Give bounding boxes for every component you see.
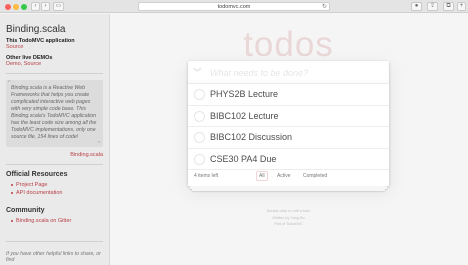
items-left-count: 4 items left	[194, 173, 219, 179]
forward-icon[interactable]: ›	[41, 2, 50, 11]
todo-item[interactable]: PHYS2B Lecture	[188, 84, 389, 106]
resources-list: Project Page API documentation	[11, 181, 103, 197]
filters: All Active Completed	[256, 171, 335, 181]
close-window-button[interactable]	[5, 3, 11, 10]
todo-checkbox[interactable]	[194, 89, 205, 100]
filter-completed[interactable]: Completed	[300, 171, 330, 181]
sidebar-title: Binding.scala	[6, 24, 66, 35]
learn-sidebar: Binding.scala This TodoMVC application S…	[0, 14, 110, 265]
new-tab-icon[interactable]: +	[457, 2, 466, 11]
todo-checkbox[interactable]	[194, 132, 205, 143]
info-part-of: Part of TodoMVC	[274, 222, 303, 226]
todo-item[interactable]: CSE30 PA4 Due	[188, 149, 389, 170]
new-todo-input[interactable]	[210, 66, 380, 79]
todo-app: ❯ PHYS2B Lecture BIBC102 Lecture BIBC102…	[188, 61, 389, 186]
browser-toolbar: ‹ › ▭ todomvc.com ↻ ● ⇪ ⧉ +	[0, 0, 468, 13]
tabs-overview-icon[interactable]: ⧉	[443, 2, 454, 11]
todo-item[interactable]: BIBC102 Lecture	[188, 106, 389, 127]
toggle-all-chevron-icon[interactable]: ❯	[193, 66, 202, 73]
footer-note: If you have other helpful links to share…	[6, 251, 101, 263]
sidebar-toggle-icon[interactable]: ▭	[53, 2, 64, 11]
demo-links: Demo, Source	[6, 61, 103, 67]
demo-link[interactable]: Demo	[6, 61, 21, 67]
resources-heading: Official Resources	[6, 171, 68, 178]
quote-text: Binding.scala is a Reactive Web Framewor…	[11, 85, 97, 140]
todo-label[interactable]: BIBC102 Lecture	[210, 111, 279, 121]
quote: “ Binding.scala is a Reactive Web Framew…	[6, 79, 103, 149]
filter-active[interactable]: Active	[274, 171, 294, 181]
minimize-window-button[interactable]	[13, 3, 19, 10]
community-heading: Community	[6, 207, 45, 214]
resource-link-api-docs[interactable]: API documentation	[11, 189, 103, 197]
community-link-gitter[interactable]: Binding.scala on Gitter	[11, 217, 103, 225]
stack-shadow	[192, 188, 385, 191]
todo-item[interactable]: BIBC102 Discussion	[188, 127, 389, 149]
url-text: todomvc.com	[217, 4, 251, 10]
share-icon[interactable]: ⇪	[427, 2, 438, 11]
extension-icon[interactable]: ●	[411, 2, 422, 11]
community-list: Binding.scala on Gitter	[11, 217, 103, 225]
source-link[interactable]: Source	[6, 44, 103, 50]
divider	[6, 241, 103, 242]
todo-label[interactable]: PHYS2B Lecture	[210, 89, 278, 99]
filter-all[interactable]: All	[256, 171, 268, 181]
resource-link-project-page[interactable]: Project Page	[11, 181, 103, 189]
new-todo-row: ❯	[188, 61, 389, 84]
open-quote-icon: “	[8, 79, 11, 88]
quote-source-link[interactable]: Binding.scala	[6, 152, 103, 158]
maximize-window-button[interactable]	[21, 3, 27, 10]
todo-checkbox[interactable]	[194, 110, 205, 122]
todo-label[interactable]: CSE30 PA4 Due	[210, 154, 276, 164]
address-bar[interactable]: todomvc.com ↻	[138, 2, 330, 11]
app-title: todos	[243, 25, 334, 64]
close-quote-icon: ”	[97, 140, 100, 149]
back-icon[interactable]: ‹	[31, 2, 40, 11]
todo-footer: 4 items left All Active Completed	[188, 170, 389, 182]
todo-label[interactable]: BIBC102 Discussion	[210, 132, 292, 142]
divider	[6, 73, 103, 74]
info-footer: Double-click to edit a todo Written by Y…	[188, 208, 389, 228]
reload-icon[interactable]: ↻	[322, 3, 327, 11]
divider	[6, 164, 103, 165]
todo-checkbox[interactable]	[194, 153, 205, 165]
demo-source-link[interactable]: Source	[24, 61, 41, 67]
